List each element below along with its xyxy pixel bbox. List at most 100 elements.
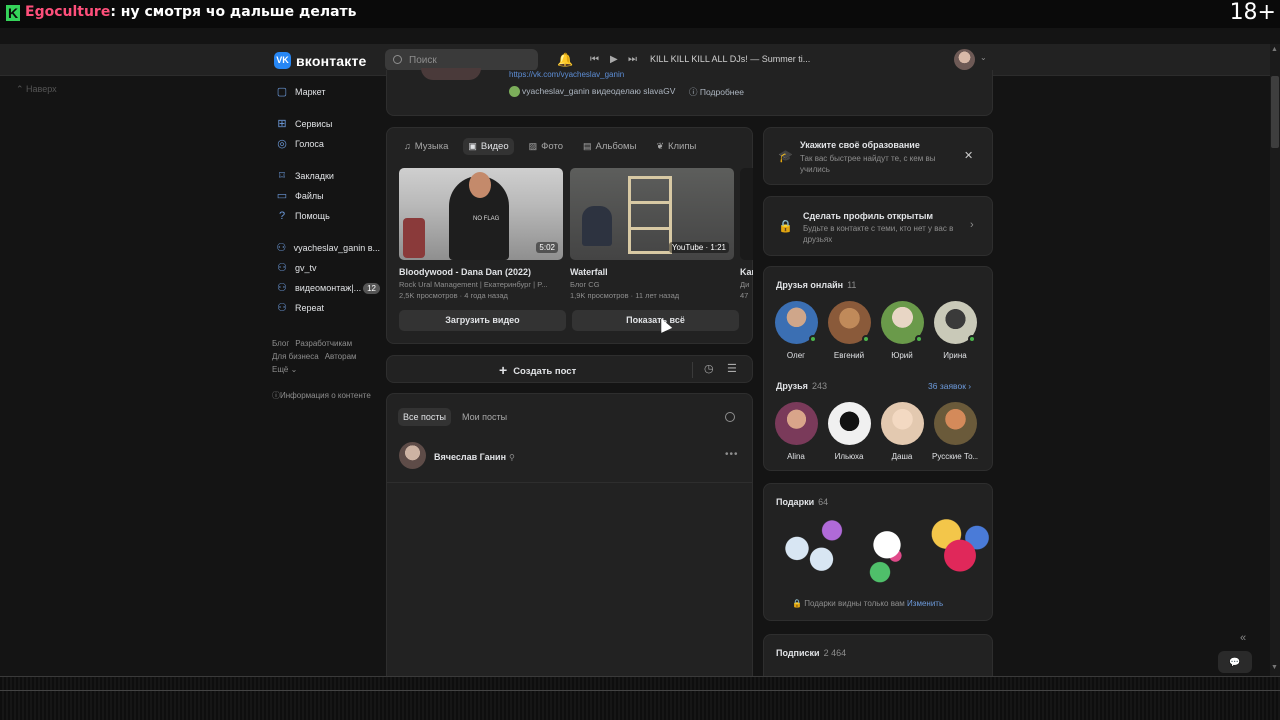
footer-link-more[interactable]: Ещё ⌄ [272, 365, 297, 374]
video-author[interactable]: Ди [740, 280, 753, 289]
profile-details-link[interactable]: ⓘ Подробнее [689, 86, 744, 98]
gift-cat[interactable] [852, 516, 922, 588]
next-track-icon[interactable]: ⏭ [628, 53, 637, 67]
video-item[interactable]: YouTube · 1:21 Waterfall Блог CG 1,9K пр… [570, 168, 734, 300]
friend-online[interactable]: Юрий [879, 301, 925, 360]
nav-item-votes[interactable]: ◎ Голоса [276, 134, 380, 154]
content-info-link[interactable]: ⓘИнформация о контенте [272, 390, 371, 401]
user-avatar[interactable] [954, 49, 975, 70]
tab-albums[interactable]: ▤ Альбомы [578, 138, 641, 155]
status-emoji-icon [509, 86, 520, 98]
archive-icon[interactable]: ◷ [704, 362, 714, 375]
open-profile-title: Сделать профиль открытым [803, 211, 934, 221]
group-icon: ⚇ [277, 302, 287, 314]
footer-link-authors[interactable]: Авторам [325, 352, 357, 361]
nav-label: gv_tv [295, 263, 317, 273]
album-icon: ▤ [582, 141, 592, 151]
previous-track-icon[interactable]: ⏮ [590, 53, 599, 67]
video-item[interactable]: NO FLAG 5:02 Bloodywood - Dana Dan (2022… [399, 168, 563, 300]
nav-item-help[interactable]: ? Помощь [276, 206, 380, 226]
tab-video[interactable]: ▣ Видео [463, 138, 514, 155]
scrollbar-thumb[interactable] [1271, 76, 1279, 148]
search-icon[interactable] [725, 412, 735, 422]
video-title[interactable]: Waterfall [570, 267, 734, 277]
tab-all-posts[interactable]: Все посты [398, 408, 451, 426]
profile-status-text: vyacheslav_ganin видеоделаю slavaGV [522, 86, 676, 96]
lock-icon: 🔒 [792, 599, 805, 608]
gift-car[interactable] [926, 516, 994, 588]
chevron-down-icon[interactable]: ⌄ [980, 53, 987, 62]
video-title[interactable]: Kar [740, 267, 753, 277]
friend[interactable]: Ильюха [826, 402, 872, 461]
video-item[interactable]: Kar Ди 47 [740, 168, 753, 300]
scroll-to-top-link[interactable]: ⌃ Наверх [16, 84, 57, 95]
tab-label: Фото [541, 141, 563, 152]
video-author[interactable]: Rock Ural Management | Екатеринбург | P.… [399, 280, 563, 289]
tab-photo[interactable]: ▨ Фото [524, 138, 568, 155]
video-thumbnail[interactable]: YouTube · 1:21 [570, 168, 734, 260]
tab-clips[interactable]: ❦ Клипы [651, 138, 701, 155]
gift-astronauts[interactable] [776, 516, 846, 588]
friend-online[interactable]: Ирина [932, 301, 978, 360]
chat-icon[interactable]: 💬 [1218, 651, 1252, 673]
chevron-right-icon: › [968, 381, 972, 391]
now-playing-track[interactable]: KILL KILL KILL ALL DJs! — Summer ti... [650, 54, 810, 64]
friends-title[interactable]: Друзья 243 [776, 381, 827, 391]
nav-item-community[interactable]: ⚇ Repeat [276, 298, 380, 318]
post-author-avatar[interactable] [399, 442, 426, 469]
nav-item-files[interactable]: ▭ Файлы [276, 186, 380, 206]
create-post-button[interactable]: + Создать пост [499, 362, 576, 378]
nav-item-services[interactable]: ⊞ Сервисы [276, 114, 380, 134]
video-thumbnail[interactable] [740, 168, 753, 260]
tab-music[interactable]: ♫ Музыка [399, 138, 453, 155]
subscriptions-title[interactable]: Подписки 2 464 [776, 648, 846, 658]
footer-link-blog[interactable]: Блог [272, 339, 289, 348]
profile-card: https://vk.com/vyacheslav_ganin vyachesl… [386, 68, 993, 116]
post-author[interactable]: Вячеслав Ганин ⚲ [434, 452, 515, 462]
bell-icon[interactable]: 🔔 [557, 52, 573, 68]
friend[interactable]: Русские То... [932, 402, 978, 461]
video-thumbnail[interactable]: NO FLAG 5:02 [399, 168, 563, 260]
open-profile-card[interactable]: 🔒 Сделать профиль открытым Будьте в конт… [763, 196, 993, 256]
nav-item-community[interactable]: ⚇ vyacheslav_ganin в... [276, 238, 380, 258]
footer-link-developers[interactable]: Разработчикам [295, 339, 352, 348]
friend-requests-label: 36 заявок [928, 381, 966, 391]
gifts-title[interactable]: Подарки 64 [776, 497, 828, 507]
friend-avatar [774, 402, 818, 445]
vk-logo[interactable]: VK вконтакте [274, 52, 367, 69]
friend[interactable]: Даша [879, 402, 925, 461]
scroll-down-icon[interactable]: ▼ [1271, 664, 1278, 671]
friend[interactable]: Alina [773, 402, 819, 461]
footer-link-business[interactable]: Для бизнеса [272, 352, 319, 361]
friend-avatar [933, 301, 977, 344]
friend-online[interactable]: Евгений [826, 301, 872, 360]
search-input[interactable] [409, 52, 529, 68]
sort-icon[interactable]: ☰ [727, 362, 737, 375]
friends-online-title[interactable]: Друзья онлайн 11 [776, 280, 856, 290]
video-author[interactable]: Блог CG [570, 280, 734, 289]
profile-site-link[interactable]: https://vk.com/vyacheslav_ganin [509, 70, 624, 79]
education-title[interactable]: Укажите своё образование [800, 140, 920, 150]
nav-item-bookmarks[interactable]: ⌑ Закладки [276, 166, 380, 186]
upload-video-button[interactable]: Загрузить видео [399, 310, 566, 331]
scroll-up-icon[interactable]: ▲ [1271, 46, 1278, 53]
play-icon[interactable]: ▶ [610, 53, 618, 67]
close-icon[interactable]: ✕ [964, 149, 973, 162]
tab-label: Клипы [667, 141, 697, 152]
tab-label: Альбомы [595, 141, 637, 152]
more-icon[interactable]: ••• [725, 449, 739, 460]
collapse-icon[interactable]: « [1240, 632, 1246, 644]
info-icon: ⓘ [689, 87, 700, 97]
friend-online[interactable]: Олег [773, 301, 819, 360]
tab-label: Видео [480, 141, 509, 152]
tab-my-posts[interactable]: Мои посты [457, 408, 512, 426]
nav-item-community[interactable]: ⚇ gv_tv [276, 258, 380, 278]
content-info-label: Информация о контенте [280, 391, 371, 400]
nav-item-market[interactable]: ▢ Маркет [276, 82, 380, 102]
nav-item-community[interactable]: ⚇ видеомонтаж|... 12 [276, 278, 380, 298]
friend-requests-link[interactable]: 36 заявок › [928, 381, 971, 391]
friends-online-count: 11 [847, 280, 857, 290]
gifts-edit-link[interactable]: Изменить [907, 599, 943, 608]
video-title[interactable]: Bloodywood - Dana Dan (2022) [399, 267, 563, 277]
profile-avatar[interactable] [421, 68, 481, 80]
